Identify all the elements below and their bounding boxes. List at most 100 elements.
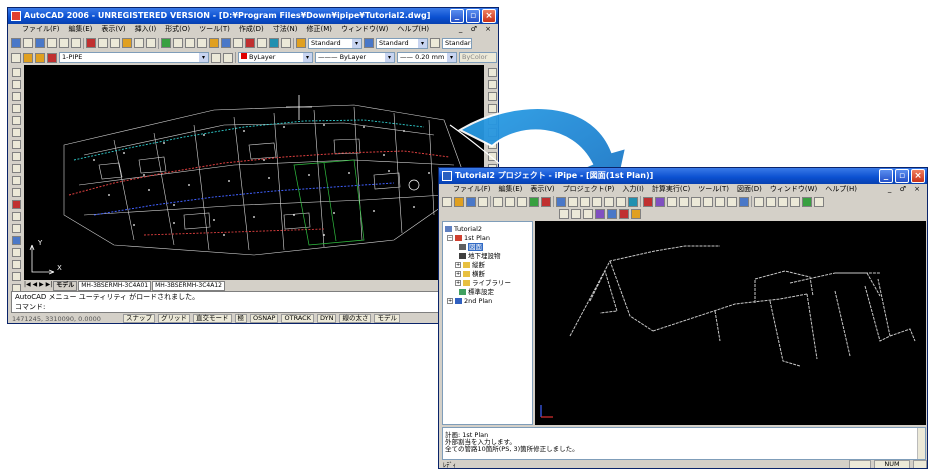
linetype-combo[interactable]: ——— ByLayer ▾ [315, 52, 395, 63]
caution-icon[interactable] [631, 209, 641, 219]
point-icon[interactable] [11, 224, 21, 233]
open-icon[interactable] [23, 38, 33, 48]
align-icon[interactable] [691, 196, 701, 207]
layer-icon[interactable] [559, 209, 569, 219]
lineweight-toggle[interactable]: 線の太さ [339, 314, 372, 323]
warning-icon[interactable] [619, 209, 629, 219]
construction-line-icon[interactable] [11, 80, 21, 89]
ellipse-icon[interactable] [11, 176, 21, 185]
close-icon[interactable]: × [911, 169, 925, 183]
layer-combo[interactable]: 1-PIPE ▾ [59, 52, 209, 63]
rectangle-icon[interactable] [11, 116, 21, 125]
new-icon[interactable] [11, 38, 21, 48]
restore-icon[interactable]: ▫ [466, 9, 480, 23]
tree-section[interactable]: + 縦断 [445, 261, 530, 270]
section-icon[interactable] [739, 196, 749, 207]
select-icon[interactable] [556, 196, 566, 207]
calc-icon[interactable] [269, 38, 279, 48]
make-block-icon[interactable] [11, 212, 21, 221]
preview-icon[interactable] [59, 38, 69, 48]
help-icon[interactable] [281, 38, 291, 48]
ellipse-arc-icon[interactable] [11, 188, 21, 197]
menu-file[interactable]: ファイル(F) [453, 184, 491, 195]
plotstyle-combo[interactable]: ByColor [459, 52, 497, 63]
polyline-icon[interactable] [11, 92, 21, 101]
autocad-titlebar[interactable]: AutoCAD 2006 - UNREGISTERED VERSION - [D… [8, 8, 498, 24]
new-icon[interactable] [442, 196, 452, 207]
menu-view[interactable]: 表示(V) [101, 24, 125, 35]
menu-help[interactable]: ヘルプ(H) [825, 184, 857, 195]
menu-modify[interactable]: 修正(M) [306, 24, 332, 35]
menu-file[interactable]: ファイル(F) [22, 24, 60, 35]
arrow-right-icon[interactable] [703, 196, 713, 207]
menu-input[interactable]: 入力(I) [622, 184, 644, 195]
print-icon[interactable] [478, 196, 488, 207]
node-add-icon[interactable] [655, 196, 665, 207]
save-icon[interactable] [466, 196, 476, 207]
zoom-window-icon[interactable] [185, 38, 195, 48]
menu-window[interactable]: ウィンドウ(W) [770, 184, 817, 195]
zoom-out-icon[interactable] [580, 196, 590, 207]
grid-toggle[interactable]: グリッド [158, 314, 190, 323]
arrow-up-icon[interactable] [715, 196, 725, 207]
plot-icon[interactable] [47, 38, 57, 48]
zoom-previous-icon[interactable] [197, 38, 207, 48]
publish-icon[interactable] [71, 38, 81, 48]
redo-icon[interactable] [146, 38, 156, 48]
save-icon[interactable] [35, 38, 45, 48]
hide-icon[interactable] [583, 209, 593, 219]
copy-object-icon[interactable] [487, 80, 497, 89]
tree-underground[interactable]: 地下埋設物 [445, 252, 530, 261]
arrow-down-icon[interactable] [727, 196, 737, 207]
tab-model[interactable]: モデル [53, 281, 78, 291]
undo-icon[interactable] [529, 196, 539, 207]
menu-draw[interactable]: 作成(D) [239, 24, 264, 35]
match-properties-icon[interactable] [122, 38, 132, 48]
properties-icon[interactable] [209, 38, 219, 48]
autocad-model-space[interactable]: Y X [24, 65, 484, 280]
tool-palettes-icon[interactable] [233, 38, 243, 48]
symbol-icon[interactable] [607, 209, 617, 219]
dim-style-combo[interactable]: Standard ▾ [376, 37, 428, 49]
design-center-icon[interactable] [221, 38, 231, 48]
minimize-icon[interactable]: _ [450, 9, 464, 23]
copy-icon[interactable] [505, 196, 515, 207]
view3-icon[interactable] [778, 196, 788, 207]
spline-icon[interactable] [11, 164, 21, 173]
restore-icon[interactable]: ▫ [895, 169, 909, 183]
tab-layout-2[interactable]: MH-3BSERMH-3C4A12 [152, 281, 225, 291]
text-style-combo[interactable]: Standard ▾ [308, 37, 362, 49]
pan-icon[interactable] [161, 38, 171, 48]
output-scrollbar[interactable] [917, 428, 925, 459]
minimize-icon[interactable]: _ [879, 169, 893, 183]
menu-format[interactable]: 形式(O) [165, 24, 190, 35]
view5-icon[interactable] [802, 196, 812, 207]
tree-plan-2[interactable]: +2nd Plan [445, 297, 530, 306]
erase-icon[interactable] [487, 68, 497, 77]
revcloud-icon[interactable] [11, 152, 21, 161]
grid-icon[interactable] [667, 196, 677, 207]
open-icon[interactable] [454, 196, 464, 207]
zoom-all-icon[interactable] [604, 196, 614, 207]
tree-plan-1[interactable]: −1st Plan [445, 234, 530, 243]
cut-icon[interactable] [493, 196, 503, 207]
copy-icon[interactable] [98, 38, 108, 48]
menu-edit[interactable]: 編集(E) [69, 24, 93, 35]
table-style-combo[interactable]: Standard [442, 37, 472, 49]
tab-layout-1[interactable]: MH-3BSERMH-3C4A01 [78, 281, 152, 291]
polar-toggle[interactable]: 極 [234, 314, 247, 323]
arc-icon[interactable] [11, 128, 21, 137]
mdi-controls[interactable]: _ ♂ × [888, 184, 923, 195]
view2-icon[interactable] [766, 196, 776, 207]
view6-icon[interactable] [814, 196, 824, 207]
mdi-controls[interactable]: _ ♂ × [459, 24, 494, 35]
color-icon[interactable] [595, 209, 605, 219]
pipe-add-icon[interactable] [643, 196, 653, 207]
view1-icon[interactable] [754, 196, 764, 207]
region-icon[interactable] [11, 260, 21, 269]
menu-view[interactable]: 表示(V) [530, 184, 554, 195]
paste-icon[interactable] [517, 196, 527, 207]
tree-cross[interactable]: + 横断 [445, 270, 530, 279]
command-window[interactable]: AutoCAD メニュー ユーティリティ がロードされました。 コマンド: [11, 291, 495, 313]
menu-dimension[interactable]: 寸法(N) [273, 24, 298, 35]
